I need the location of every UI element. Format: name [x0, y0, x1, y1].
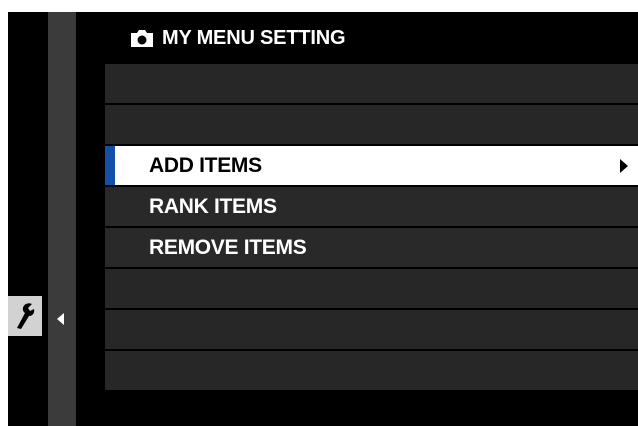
menu-item-remove-items[interactable]: REMOVE ITEMS [105, 228, 638, 267]
menu-row-empty [105, 351, 638, 390]
menu-row-empty [105, 269, 638, 308]
menu-item-rank-items[interactable]: RANK ITEMS [105, 187, 638, 226]
page-title-text: MY MENU SETTING [162, 26, 346, 49]
menu-row-empty [105, 310, 638, 349]
chevron-right-icon [620, 159, 628, 173]
camera-icon [131, 30, 153, 47]
camera-menu-screen: MY MENU SETTING ADD ITEMS RANK ITEMS REM… [8, 12, 638, 426]
menu-item-label: REMOVE ITEMS [149, 236, 307, 259]
selection-marker [105, 146, 115, 185]
setup-tab[interactable] [8, 296, 42, 336]
menu-item-label: RANK ITEMS [149, 195, 277, 218]
menu-item-label: ADD ITEMS [149, 154, 262, 177]
menu-item-add-items[interactable]: ADD ITEMS [105, 146, 638, 185]
menu-row-empty [105, 105, 638, 144]
page-title: MY MENU SETTING [130, 26, 346, 50]
wrench-icon [17, 303, 35, 329]
menu-row-empty [105, 64, 638, 103]
chevron-left-icon[interactable] [57, 313, 64, 325]
menu-tab-strip [48, 12, 76, 426]
menu-list: ADD ITEMS RANK ITEMS REMOVE ITEMS [105, 64, 638, 392]
